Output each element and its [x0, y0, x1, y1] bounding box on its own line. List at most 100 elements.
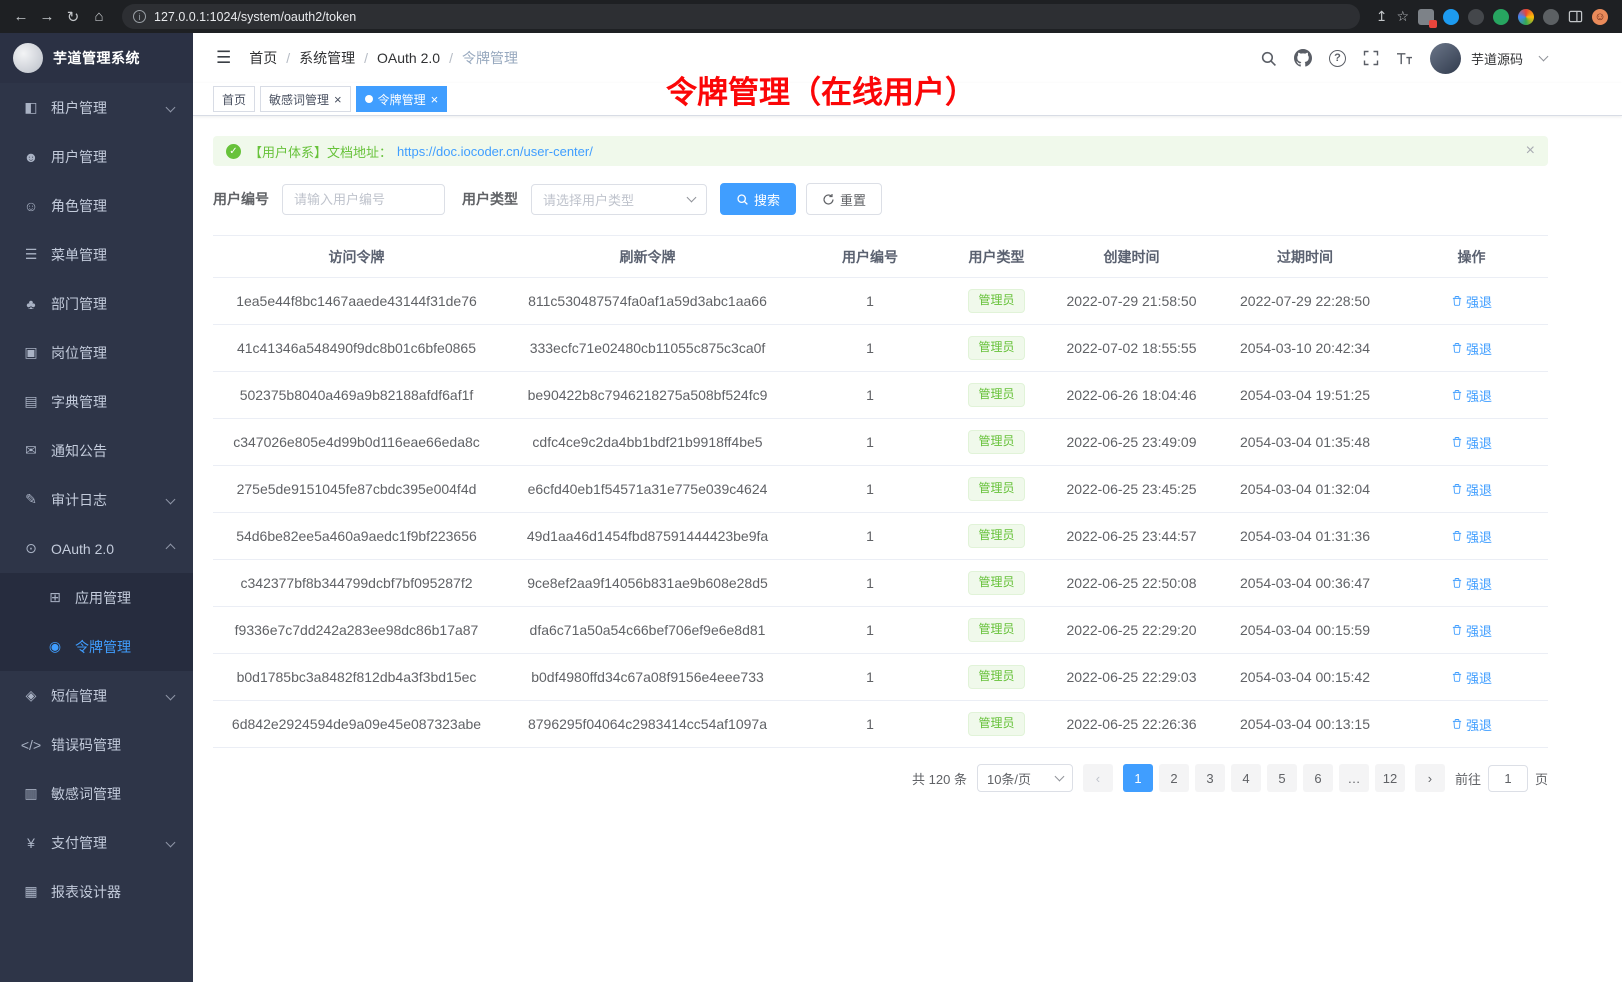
- user-avatar[interactable]: [1430, 43, 1461, 74]
- page-button[interactable]: 12: [1375, 764, 1405, 792]
- doc-link[interactable]: https://doc.iocoder.cn/user-center/: [397, 144, 593, 159]
- sidebar-item[interactable]: ☺ 角色管理: [0, 181, 193, 230]
- extension-icon[interactable]: [1518, 9, 1534, 25]
- column-header: 访问令牌: [213, 236, 500, 278]
- alert-close-icon[interactable]: ×: [1526, 142, 1535, 160]
- github-icon[interactable]: [1294, 49, 1312, 67]
- extension-icon[interactable]: [1418, 9, 1434, 25]
- sidebar-item[interactable]: ◧ 租户管理: [0, 83, 193, 132]
- site-info-icon[interactable]: i: [133, 10, 146, 23]
- sidebar-item[interactable]: ☰ 菜单管理: [0, 230, 193, 279]
- page-button[interactable]: 6: [1303, 764, 1333, 792]
- chevron-icon: [166, 838, 176, 848]
- fullscreen-icon[interactable]: [1363, 50, 1379, 66]
- chevron-icon: [166, 544, 176, 554]
- sidebar-item-label: 用户管理: [51, 147, 177, 167]
- sidebar-item[interactable]: </> 错误码管理: [0, 720, 193, 769]
- font-size-icon[interactable]: [1396, 51, 1413, 66]
- sidebar-item[interactable]: ¥ 支付管理: [0, 818, 193, 867]
- extension-icon[interactable]: [1493, 9, 1509, 25]
- sidebar-item[interactable]: ✎ 审计日志: [0, 475, 193, 524]
- topbar: ☰ / 首页 / 系统管理: [193, 33, 1622, 83]
- force-logout-button[interactable]: 强退: [1451, 574, 1492, 593]
- tags-view-bar: 首页 × 敏感词管理 × 令牌管理 ×: [193, 83, 1622, 116]
- user-id-input[interactable]: [282, 184, 445, 215]
- search-button[interactable]: 搜索: [720, 183, 796, 215]
- next-page-button[interactable]: ›: [1415, 764, 1445, 792]
- force-logout-button[interactable]: 强退: [1451, 480, 1492, 499]
- user-type-badge: 管理员: [968, 712, 1024, 736]
- sidebar-item[interactable]: ▥ 敏感词管理: [0, 769, 193, 818]
- sidebar-toggle-icon[interactable]: ☰: [208, 48, 239, 68]
- sidebar-item[interactable]: ⊙ OAuth 2.0: [0, 524, 193, 573]
- share-icon[interactable]: ↥: [1376, 8, 1388, 25]
- cell-refresh-token: 49d1aa46d1454fbd87591444423be9fa: [500, 513, 795, 560]
- app-logo[interactable]: 芋道管理系统: [0, 33, 193, 83]
- breadcrumb-item[interactable]: / 系统管理: [277, 48, 355, 68]
- page-button[interactable]: …: [1339, 764, 1369, 792]
- extension-icon[interactable]: [1443, 9, 1459, 25]
- breadcrumb-item[interactable]: / 令牌管理: [440, 48, 518, 68]
- sidebar-item[interactable]: ▤ 字典管理: [0, 377, 193, 426]
- page-button[interactable]: 3: [1195, 764, 1225, 792]
- force-logout-button[interactable]: 强退: [1451, 339, 1492, 358]
- force-logout-button[interactable]: 强退: [1451, 433, 1492, 452]
- split-view-icon[interactable]: [1568, 9, 1583, 24]
- close-icon[interactable]: ×: [431, 93, 439, 106]
- extension-icon[interactable]: [1468, 9, 1484, 25]
- chevron-down-icon[interactable]: [1539, 52, 1549, 62]
- breadcrumb-separator: /: [286, 50, 290, 66]
- force-logout-button[interactable]: 强退: [1451, 668, 1492, 687]
- force-logout-button[interactable]: 强退: [1451, 715, 1492, 734]
- home-icon[interactable]: ⌂: [86, 4, 112, 30]
- cell-expire-time: 2054-03-04 01:32:04: [1215, 466, 1395, 513]
- page-button[interactable]: 1: [1123, 764, 1153, 792]
- address-bar[interactable]: i 127.0.0.1:1024/system/oauth2/token: [122, 4, 1360, 29]
- dept-icon: ♣: [20, 296, 42, 312]
- user-name[interactable]: 芋道源码: [1471, 49, 1523, 68]
- cell-expire-time: 2054-03-10 20:42:34: [1215, 325, 1395, 372]
- force-logout-button[interactable]: 强退: [1451, 527, 1492, 546]
- extension-icon[interactable]: [1543, 9, 1559, 25]
- force-logout-button[interactable]: 强退: [1451, 386, 1492, 405]
- breadcrumb-item[interactable]: / 首页: [249, 48, 277, 68]
- sidebar-item[interactable]: ⊞ 应用管理: [0, 573, 193, 622]
- breadcrumb-separator: /: [449, 50, 453, 66]
- sidebar-item[interactable]: ♣ 部门管理: [0, 279, 193, 328]
- force-logout-button[interactable]: 强退: [1451, 621, 1492, 640]
- cell-actions: 强退: [1395, 419, 1548, 466]
- page-size-select[interactable]: 10条/页: [977, 764, 1073, 792]
- back-icon[interactable]: ←: [8, 4, 34, 30]
- page-button[interactable]: 2: [1159, 764, 1189, 792]
- cell-actions: 强退: [1395, 513, 1548, 560]
- bookmark-star-icon[interactable]: ☆: [1396, 8, 1409, 25]
- search-icon[interactable]: [1260, 50, 1277, 67]
- goto-page-input[interactable]: [1488, 765, 1528, 792]
- forward-icon[interactable]: →: [34, 4, 60, 30]
- page-button[interactable]: 5: [1267, 764, 1297, 792]
- view-tab[interactable]: 首页 ×: [213, 86, 255, 112]
- sidebar-item-label: 应用管理: [75, 588, 177, 608]
- browser-profile-icon[interactable]: ☺: [1592, 9, 1608, 25]
- sidebar-item[interactable]: ◈ 短信管理: [0, 671, 193, 720]
- close-icon[interactable]: ×: [334, 93, 342, 106]
- sidebar-item[interactable]: ▦ 报表设计器: [0, 867, 193, 916]
- reload-icon[interactable]: ↻: [60, 4, 86, 30]
- table-row: 54d6be82ee5a460a9aedc1f9bf223656 49d1aa4…: [213, 513, 1548, 560]
- force-logout-button[interactable]: 强退: [1451, 292, 1492, 311]
- user-type-badge: 管理员: [968, 430, 1024, 454]
- reset-button[interactable]: 重置: [806, 183, 882, 215]
- page-button[interactable]: 4: [1231, 764, 1261, 792]
- sidebar-item[interactable]: ◉ 令牌管理: [0, 622, 193, 671]
- breadcrumb-item[interactable]: / OAuth 2.0: [355, 50, 440, 66]
- help-icon[interactable]: ?: [1329, 50, 1346, 67]
- user-type-select[interactable]: 请选择用户类型: [531, 184, 707, 215]
- role-icon: ☺: [20, 198, 42, 214]
- prev-page-button[interactable]: ‹: [1083, 764, 1113, 792]
- sidebar-item[interactable]: ▣ 岗位管理: [0, 328, 193, 377]
- sidebar-item[interactable]: ✉ 通知公告: [0, 426, 193, 475]
- sidebar-item-label: 字典管理: [51, 392, 177, 412]
- view-tab[interactable]: 敏感词管理 ×: [260, 86, 351, 112]
- sidebar-item[interactable]: ☻ 用户管理: [0, 132, 193, 181]
- view-tab[interactable]: 令牌管理 ×: [356, 86, 448, 112]
